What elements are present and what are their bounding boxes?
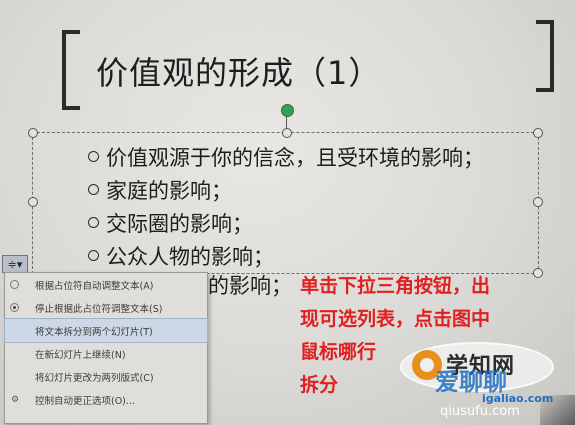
- radio-icon: [10, 280, 19, 289]
- bullet-item: 交际圈的影响；: [88, 206, 484, 239]
- circle-bullet-icon: [88, 184, 99, 195]
- menu-item-autofit-text[interactable]: 根据占位符自动调整文本(A): [5, 273, 207, 296]
- radio-selected-icon: [10, 303, 19, 312]
- circle-bullet-icon: [88, 217, 99, 228]
- menu-item-autocorrect-options[interactable]: ⚙ 控制自动更正选项(O)...: [5, 388, 207, 411]
- photo-shadow-corner: [540, 395, 575, 425]
- bullet-list[interactable]: 价值观源于你的信念，且受环境的影响； 家庭的影响； 交际圈的影响； 公众人物的影…: [88, 140, 484, 272]
- bullet-item: 家庭的影响；: [88, 173, 484, 206]
- circle-bullet-icon: [88, 250, 99, 261]
- watermark-url-secondary: qiusufu.com: [440, 404, 520, 419]
- autofit-options-menu: 根据占位符自动调整文本(A) 停止根据此占位符调整文本(S) 将文本拆分到两个幻…: [4, 272, 208, 424]
- bullet-item: 公众人物的影响；: [88, 239, 484, 272]
- menu-item-continue-new-slide[interactable]: 在新幻灯片上继续(N): [5, 342, 207, 365]
- rotate-handle[interactable]: [281, 104, 294, 117]
- slide-canvas: 价值观的形成（1） 价值观源于你的信念，且受环境的影响； 家庭的影响； 交际圈的…: [0, 0, 575, 425]
- slide-title[interactable]: 价值观的形成（1）: [96, 48, 381, 94]
- resize-handle-top-left[interactable]: [28, 128, 38, 138]
- menu-item-split-two-slides[interactable]: 将文本拆分到两个幻灯片(T): [4, 318, 208, 343]
- resize-handle-top[interactable]: [282, 128, 292, 138]
- resize-handle-top-right[interactable]: [533, 128, 543, 138]
- menu-item-stop-autofit[interactable]: 停止根据此占位符调整文本(S): [5, 296, 207, 319]
- bullet-item: 价值观源于你的信念，且受环境的影响；: [88, 140, 484, 173]
- autocorrect-gear-icon: ⚙: [11, 394, 20, 405]
- autofit-options-button[interactable]: ≑▾: [2, 255, 28, 273]
- resize-handle-left[interactable]: [28, 197, 38, 207]
- bullet-partial-line: 的影响；: [208, 274, 292, 298]
- resize-handle-right[interactable]: [533, 197, 543, 207]
- title-bracket-left: [62, 30, 80, 110]
- title-bracket-right: [536, 20, 554, 92]
- menu-item-two-column-layout[interactable]: 将幻灯片更改为两列版式(C): [5, 365, 207, 388]
- circle-bullet-icon: [88, 151, 99, 162]
